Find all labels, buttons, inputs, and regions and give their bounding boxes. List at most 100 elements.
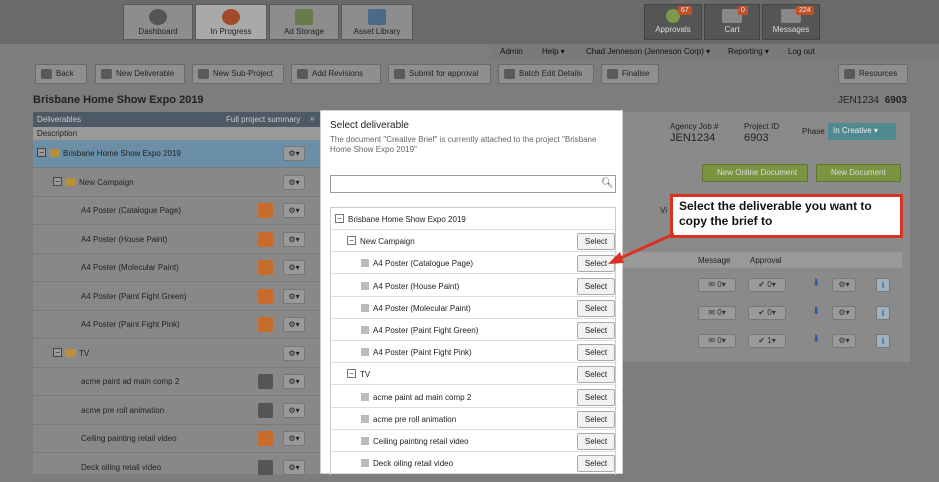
status-icon[interactable] [258, 260, 273, 275]
nav-cart[interactable]: Cart [704, 4, 760, 40]
status-icon[interactable] [258, 402, 273, 418]
submit-approval-button[interactable]: Submit for approval [388, 64, 491, 84]
nav-ad-storage[interactable]: Ad Storage [269, 4, 339, 40]
gear-icon[interactable]: ⚙▾ [832, 306, 856, 320]
message-count-button[interactable]: ✉ 0▾ [698, 278, 736, 292]
gear-icon[interactable]: ⚙▾ [832, 334, 856, 348]
approval-count-button[interactable]: ✔ 0▾ [748, 278, 786, 292]
add-revisions-button[interactable]: Add Revisions [291, 64, 381, 84]
deliverable-row[interactable]: acme paint ad main comp 2 ⚙▾ [33, 368, 321, 396]
new-deliverable-button[interactable]: New Deliverable [95, 64, 185, 84]
select-button[interactable]: Select [577, 277, 615, 295]
nav-in-progress[interactable]: In Progress [195, 4, 267, 40]
menu-user[interactable]: Chad Jenneson (Jenneson Corp) ▾ [586, 47, 710, 56]
deliverable-row[interactable]: acme pre roll animation ⚙▾ [33, 397, 321, 425]
row-label: Ceiling painting retail video [373, 437, 469, 446]
status-icon[interactable] [258, 288, 273, 304]
status-icon[interactable] [258, 459, 273, 475]
messages-badge: 224 [796, 6, 814, 15]
download-arrow-icon[interactable]: ⬇ [812, 334, 820, 345]
row-label: New Campaign [360, 237, 415, 247]
deliverable-row[interactable]: Ceiling painting retail video ⚙▾ [33, 425, 321, 453]
collapse-toggle-icon[interactable]: − [347, 236, 356, 246]
batch-edit-button[interactable]: Batch Edit Details [498, 64, 594, 84]
gear-icon[interactable]: ⚙▾ [283, 146, 305, 161]
dialog-tree-row: Deck oiling retail video Select [331, 452, 617, 475]
menu-logout[interactable]: Log out [788, 47, 815, 56]
deliverable-row[interactable]: A4 Poster (Catalogue Page) ⚙▾ [33, 197, 321, 225]
check-icon: ✔ [758, 336, 765, 345]
message-count-button[interactable]: ✉ 0▾ [698, 306, 736, 320]
download-arrow-icon[interactable]: ⬇ [812, 278, 820, 289]
search-icon[interactable]: 🔍︎ [601, 178, 614, 189]
finalise-button[interactable]: Finalise [601, 64, 659, 84]
deliverable-tree-list: − Brisbane Home Show Expo 2019− New Campai… [330, 207, 617, 475]
new-document-button[interactable]: New Document [816, 164, 901, 182]
info-icon[interactable]: i [876, 278, 890, 292]
deliverable-row[interactable]: A4 Poster (Paint Fight Pink) ⚙▾ [33, 311, 321, 339]
deliverable-row[interactable]: A4 Poster (Paint Fight Green) ⚙▾ [33, 283, 321, 311]
select-button[interactable]: Select [577, 410, 615, 428]
collapse-toggle-icon[interactable]: − [335, 214, 344, 223]
gear-icon[interactable]: ⚙▾ [832, 278, 856, 292]
message-count-button[interactable]: ✉ 0▾ [698, 334, 736, 348]
gear-icon[interactable]: ⚙▾ [283, 231, 305, 247]
collapse-toggle-icon[interactable]: − [37, 148, 46, 157]
menu-help[interactable]: Help ▾ [542, 47, 565, 56]
resources-button[interactable]: Resources [838, 64, 908, 84]
gear-icon[interactable]: ⚙▾ [283, 203, 305, 218]
nav-asset-library[interactable]: Asset Library [341, 4, 413, 40]
gear-icon[interactable]: ⚙▾ [283, 374, 305, 389]
status-icon[interactable] [258, 231, 273, 247]
gear-icon[interactable]: ⚙▾ [283, 288, 305, 304]
select-button[interactable]: Select [577, 455, 615, 473]
collapse-toggle-icon[interactable]: − [53, 176, 62, 186]
chevron-right-icon[interactable]: » [310, 114, 314, 123]
deliverable-row[interactable]: A4 Poster (House Paint) ⚙▾ [33, 226, 321, 254]
info-icon[interactable]: i [876, 334, 890, 348]
row-label: A4 Poster (House Paint) [373, 281, 460, 291]
select-button[interactable]: Select [577, 433, 615, 450]
select-button[interactable]: Select [577, 344, 615, 362]
approval-count-button[interactable]: ✔ 0▾ [748, 306, 786, 320]
gear-icon[interactable]: ⚙▾ [283, 459, 305, 475]
back-button[interactable]: Back [35, 64, 87, 84]
full-summary-link[interactable]: Full project summary [226, 115, 300, 124]
document-icon [361, 259, 369, 268]
status-icon[interactable] [258, 374, 273, 389]
asset-library-icon [368, 9, 386, 25]
nav-dashboard[interactable]: Dashboard [123, 4, 193, 40]
nav-approvals[interactable]: Approvals [644, 4, 702, 40]
new-subproject-button[interactable]: New Sub-Project [192, 64, 284, 84]
deliverable-row[interactable]: − TV ⚙▾ [33, 340, 321, 368]
deliverable-row[interactable]: − New Campaign ⚙▾ [33, 169, 321, 197]
select-button[interactable]: Select [577, 322, 615, 339]
gear-icon[interactable]: ⚙▾ [283, 317, 305, 332]
menu-reporting[interactable]: Reporting ▾ [728, 47, 769, 56]
status-icon[interactable] [258, 203, 273, 218]
gear-icon[interactable]: ⚙▾ [283, 345, 305, 361]
search-input[interactable] [330, 175, 616, 193]
deliverable-row[interactable]: Deck oiling retail video ⚙▾ [33, 454, 321, 482]
select-button[interactable]: Select [577, 366, 615, 384]
gear-icon[interactable]: ⚙▾ [283, 402, 305, 418]
menu-admin[interactable]: Admin [500, 47, 523, 56]
download-arrow-icon[interactable]: ⬇ [812, 306, 820, 317]
new-online-document-button[interactable]: New Online Document [702, 164, 808, 182]
collapse-toggle-icon[interactable]: − [347, 369, 356, 379]
status-icon[interactable] [258, 317, 273, 332]
phase-dropdown[interactable]: In Creative ▾ [828, 123, 896, 140]
info-icon[interactable]: i [876, 306, 890, 320]
gear-icon[interactable]: ⚙▾ [283, 260, 305, 275]
user-icon [844, 69, 855, 79]
deliverable-row[interactable]: A4 Poster (Molecular Paint) ⚙▾ [33, 254, 321, 282]
approval-count-button[interactable]: ✔ 1▾ [748, 334, 786, 348]
dashboard-icon [149, 9, 167, 25]
deliverable-row[interactable]: − Brisbane Home Show Expo 2019 ⚙▾ [33, 140, 321, 168]
collapse-toggle-icon[interactable]: − [53, 347, 62, 357]
select-button[interactable]: Select [577, 299, 615, 317]
status-icon[interactable] [258, 431, 273, 446]
gear-icon[interactable]: ⚙▾ [283, 174, 305, 190]
select-button[interactable]: Select [577, 388, 615, 406]
gear-icon[interactable]: ⚙▾ [283, 431, 305, 446]
